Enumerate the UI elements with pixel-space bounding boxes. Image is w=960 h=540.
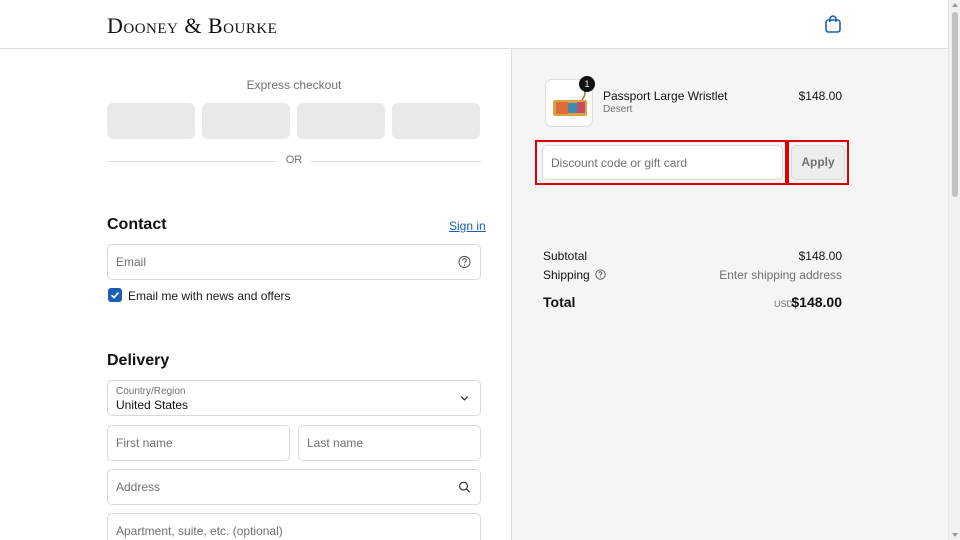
divider-line	[311, 161, 481, 162]
chevron-down-icon	[460, 396, 469, 401]
apartment-placeholder: Apartment, suite, etc. (optional)	[116, 524, 283, 538]
apply-button[interactable]: Apply	[791, 145, 845, 180]
express-pay-button-1[interactable]	[107, 103, 195, 139]
sign-in-link[interactable]: Sign in	[449, 219, 486, 233]
express-pay-button-2[interactable]	[202, 103, 290, 139]
product-variant: Desert	[603, 104, 633, 115]
subtotal-label: Subtotal	[543, 249, 588, 263]
country-select[interactable]: Country/Region United States	[107, 380, 481, 416]
newsletter-label: Email me with news and offers	[128, 289, 291, 303]
total-value: $148.00	[791, 294, 842, 310]
scroll-up-arrow[interactable]	[952, 3, 958, 7]
last-name-placeholder: Last name	[307, 436, 364, 450]
address-field[interactable]: Address	[107, 469, 481, 505]
order-summary: 1 Passport Large Wristlet Desert $148.00…	[511, 49, 948, 540]
shipping-label: Shipping	[543, 268, 590, 282]
discount-code-input[interactable]: Discount code or gift card	[542, 145, 783, 180]
address-placeholder: Address	[116, 480, 161, 494]
scroll-down-arrow[interactable]	[952, 533, 958, 537]
page-scrollbar[interactable]	[948, 0, 960, 540]
brand-logo[interactable]: Dooney & Bourke	[107, 13, 277, 39]
shipping-row: Shipping	[543, 268, 606, 282]
express-pay-button-4[interactable]	[392, 103, 480, 139]
contact-heading: Contact	[107, 216, 167, 233]
express-pay-button-3[interactable]	[297, 103, 385, 139]
subtotal-value: $148.00	[798, 249, 842, 263]
total-currency: USD	[773, 299, 793, 309]
product-price: $148.00	[798, 89, 842, 103]
apartment-field[interactable]: Apartment, suite, etc. (optional)	[107, 513, 481, 540]
checkout-form: Express checkout OR Contact Sign in Emai…	[0, 49, 511, 540]
express-checkout-label: Express checkout	[246, 78, 342, 92]
help-circle-icon[interactable]	[595, 269, 606, 280]
country-value: United States	[116, 398, 189, 412]
quantity-badge: 1	[579, 76, 595, 92]
delivery-heading: Delivery	[107, 352, 170, 369]
email-placeholder: Email	[116, 255, 147, 269]
scroll-thumb[interactable]	[952, 12, 958, 197]
discount-placeholder: Discount code or gift card	[551, 155, 688, 170]
header: Dooney & Bourke	[0, 0, 948, 49]
shopping-bag-icon[interactable]	[823, 14, 843, 34]
check-icon	[110, 291, 120, 299]
shipping-value: Enter shipping address	[719, 268, 842, 282]
country-label: Country/Region	[116, 386, 186, 397]
first-name-placeholder: First name	[116, 436, 173, 450]
search-icon	[459, 481, 471, 493]
email-field[interactable]: Email	[107, 244, 481, 280]
or-text: OR	[285, 154, 303, 166]
newsletter-checkbox[interactable]	[108, 288, 122, 302]
or-divider: OR	[107, 154, 481, 168]
product-name: Passport Large Wristlet	[603, 89, 728, 103]
first-name-field[interactable]: First name	[107, 425, 290, 461]
help-circle-icon[interactable]	[458, 255, 471, 269]
last-name-field[interactable]: Last name	[298, 425, 481, 461]
total-label: Total	[543, 294, 576, 310]
